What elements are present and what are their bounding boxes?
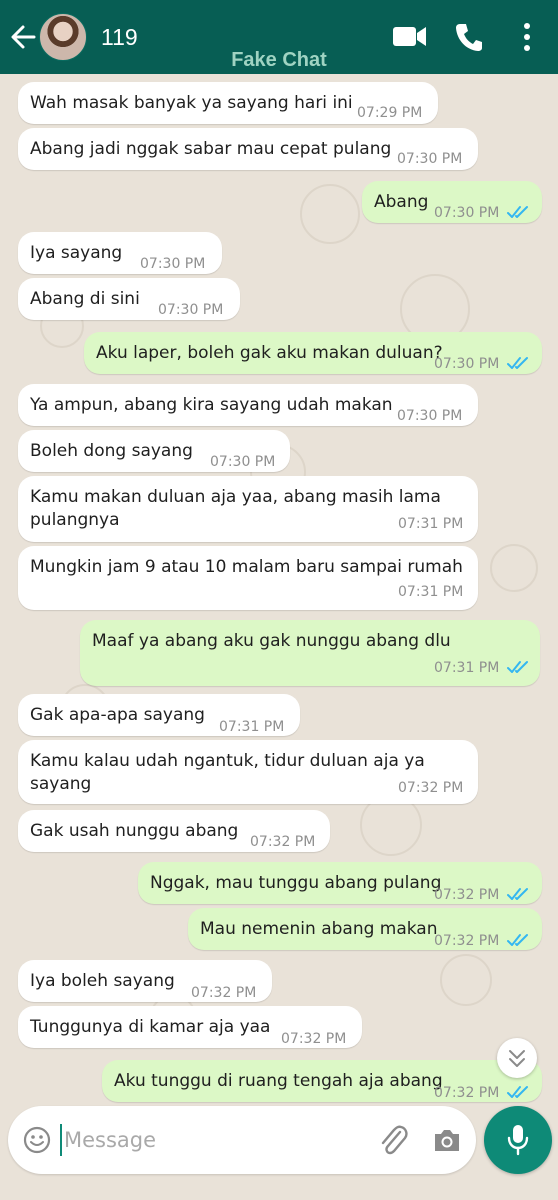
video-camera-icon[interactable] [392, 22, 428, 50]
message-time: 07:30 PM [158, 302, 224, 318]
message-text: Tunggunya di kamar aja yaa [30, 1017, 271, 1037]
message-outgoing[interactable]: Mau nemenin abang makan 07:32 PM [188, 908, 542, 950]
message-outgoing[interactable]: Aku tunggu di ruang tengah aja abang 07:… [102, 1060, 542, 1102]
message-time: 07:32 PM [398, 780, 464, 796]
message-time: 07:32 PM [250, 834, 316, 850]
message-time: 07:32 PM [281, 1031, 347, 1047]
message-text: Iya boleh sayang [30, 971, 175, 991]
message-text: Abang jadi nggak sabar mau cepat pulang [30, 139, 392, 159]
read-ticks-icon [507, 1086, 528, 1098]
message-text: Gak apa-apa sayang [30, 705, 205, 725]
message-time: 07:31 PM [434, 660, 500, 676]
double-chevron-down-icon [509, 1050, 525, 1067]
text-cursor [60, 1124, 62, 1156]
message-text: Aku tunggu di ruang tengah aja abang [114, 1071, 443, 1091]
more-vertical-icon[interactable] [519, 22, 535, 52]
message-time: 07:30 PM [434, 205, 500, 221]
message-incoming[interactable]: Abang jadi nggak sabar mau cepat pulang … [18, 128, 478, 170]
message-text: Iya sayang [30, 243, 123, 263]
message-text: Boleh dong sayang [30, 441, 193, 461]
message-incoming[interactable]: Kamu makan duluan aja yaa, abang masih l… [18, 476, 478, 542]
message-incoming[interactable]: Boleh dong sayang 07:30 PM [18, 430, 290, 472]
message-time: 07:31 PM [219, 719, 285, 735]
message-text: Mau nemenin abang makan [200, 919, 438, 939]
message-time: 07:30 PM [397, 408, 463, 424]
message-incoming[interactable]: Kamu kalau udah ngantuk, tidur duluan aj… [18, 740, 478, 804]
message-incoming[interactable]: Gak apa-apa sayang 07:31 PM [18, 694, 300, 736]
message-list[interactable]: Wah masak banyak ya sayang hari ini 07:2… [0, 74, 558, 1104]
message-time: 07:32 PM [191, 985, 257, 1001]
message-text: Wah masak banyak ya sayang hari ini [30, 93, 353, 113]
message-incoming[interactable]: Wah masak banyak ya sayang hari ini 07:2… [18, 82, 438, 124]
message-time: 07:31 PM [398, 584, 464, 600]
message-text: Ya ampun, abang kira sayang udah makan [30, 395, 393, 415]
paperclip-icon[interactable] [378, 1122, 410, 1158]
smiley-icon[interactable] [23, 1126, 51, 1154]
read-ticks-icon [507, 661, 528, 673]
message-incoming[interactable]: Mungkin jam 9 atau 10 malam baru sampai … [18, 546, 478, 610]
message-time: 07:31 PM [398, 516, 464, 532]
read-ticks-icon [507, 934, 528, 946]
message-time: 07:32 PM [434, 887, 500, 903]
message-text: Abang [374, 192, 429, 212]
message-outgoing[interactable]: Abang 07:30 PM [362, 181, 542, 223]
message-outgoing[interactable]: Nggak, mau tunggu abang pulang 07:32 PM [138, 862, 542, 904]
message-incoming[interactable]: Iya sayang 07:30 PM [18, 232, 222, 274]
message-text: Aku laper, boleh gak aku makan duluan? [96, 343, 443, 363]
message-text: Kamu makan duluan aja yaa, abang masih l… [30, 487, 441, 530]
message-time: 07:32 PM [434, 1085, 500, 1101]
message-incoming[interactable]: Iya boleh sayang 07:32 PM [18, 960, 272, 1002]
message-input[interactable] [64, 1122, 364, 1158]
message-text: Mungkin jam 9 atau 10 malam baru sampai … [30, 557, 463, 577]
message-time: 07:30 PM [434, 356, 500, 372]
message-incoming[interactable]: Abang di sini 07:30 PM [18, 278, 240, 320]
message-incoming[interactable]: Ya ampun, abang kira sayang udah makan 0… [18, 384, 478, 426]
contact-name[interactable]: 119 [101, 24, 138, 51]
arrow-left-icon[interactable] [10, 22, 36, 52]
message-outgoing[interactable]: Maaf ya abang aku gak nunggu abang dlu 0… [80, 620, 540, 686]
camera-icon[interactable] [432, 1126, 462, 1154]
scroll-down-button[interactable] [497, 1038, 537, 1078]
read-ticks-icon [507, 357, 528, 369]
voice-record-button[interactable] [484, 1106, 552, 1174]
message-time: 07:32 PM [434, 933, 500, 949]
microphone-icon [507, 1125, 529, 1156]
chat-header: 119 Fake Chat [0, 0, 558, 74]
message-text: Gak usah nunggu abang [30, 821, 239, 841]
message-incoming[interactable]: Gak usah nunggu abang 07:32 PM [18, 810, 330, 852]
message-incoming[interactable]: Tunggunya di kamar aja yaa 07:32 PM [18, 1006, 362, 1048]
message-text: Abang di sini [30, 289, 140, 309]
read-ticks-icon [507, 206, 528, 218]
message-time: 07:30 PM [210, 454, 276, 470]
message-outgoing[interactable]: Aku laper, boleh gak aku makan duluan? 0… [84, 332, 542, 374]
message-time: 07:30 PM [397, 151, 463, 167]
phone-icon[interactable] [455, 22, 483, 52]
message-time: 07:30 PM [140, 256, 206, 272]
read-ticks-icon [507, 888, 528, 900]
message-text: Nggak, mau tunggu abang pulang [150, 873, 442, 893]
message-composer [8, 1106, 476, 1174]
message-text: Maaf ya abang aku gak nunggu abang dlu [92, 631, 451, 651]
watermark: Fake Chat [231, 49, 327, 71]
message-time: 07:29 PM [357, 105, 423, 121]
